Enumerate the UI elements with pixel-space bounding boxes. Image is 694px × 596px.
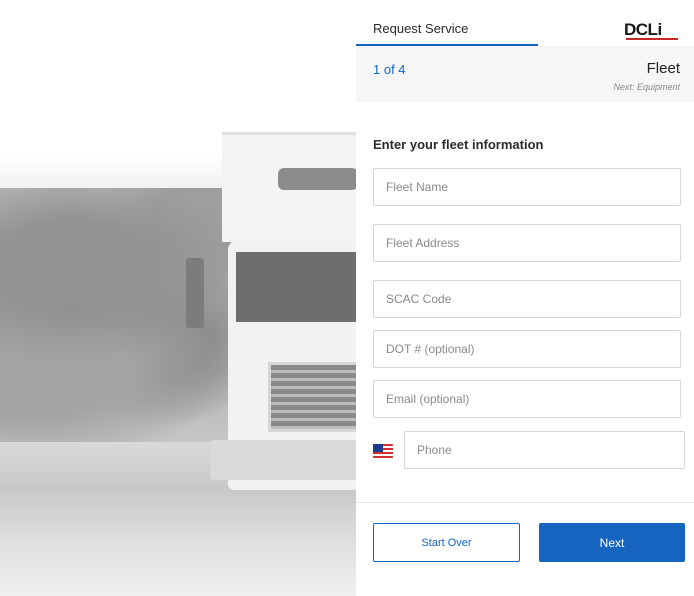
truck-grille <box>268 362 356 432</box>
phone-input[interactable] <box>404 431 685 469</box>
step-name: Fleet <box>646 60 680 77</box>
truck-background-image <box>0 0 356 596</box>
truck-mirror <box>186 258 204 328</box>
fleet-address-input[interactable] <box>373 224 681 262</box>
step-count: 1 of 4 <box>373 62 406 77</box>
scac-code-input[interactable] <box>373 280 681 318</box>
start-over-button[interactable]: Start Over <box>373 523 520 562</box>
logo-text: DCLi <box>624 20 662 39</box>
email-input[interactable] <box>373 380 681 418</box>
next-button[interactable]: Next <box>539 523 685 562</box>
fleet-name-input[interactable] <box>373 168 681 206</box>
dot-number-input[interactable] <box>373 330 681 368</box>
logo-underline <box>626 38 678 40</box>
truck-windshield <box>236 252 356 322</box>
panel-header: Request Service DCLi <box>356 0 694 46</box>
dcli-logo: DCLi <box>624 20 680 40</box>
flag-canton <box>373 444 383 452</box>
next-step-label: Next: Equipment <box>613 82 680 92</box>
truck-roof-light <box>278 168 356 190</box>
truck-bumper <box>210 440 356 480</box>
page-title: Request Service <box>373 21 469 36</box>
request-service-panel: Request Service DCLi 1 of 4 Fleet Next: … <box>356 0 694 596</box>
us-flag-icon[interactable] <box>373 444 393 458</box>
step-progress: 1 of 4 Fleet Next: Equipment <box>356 46 694 102</box>
form-heading: Enter your fleet information <box>373 137 544 152</box>
footer-divider <box>356 502 694 503</box>
